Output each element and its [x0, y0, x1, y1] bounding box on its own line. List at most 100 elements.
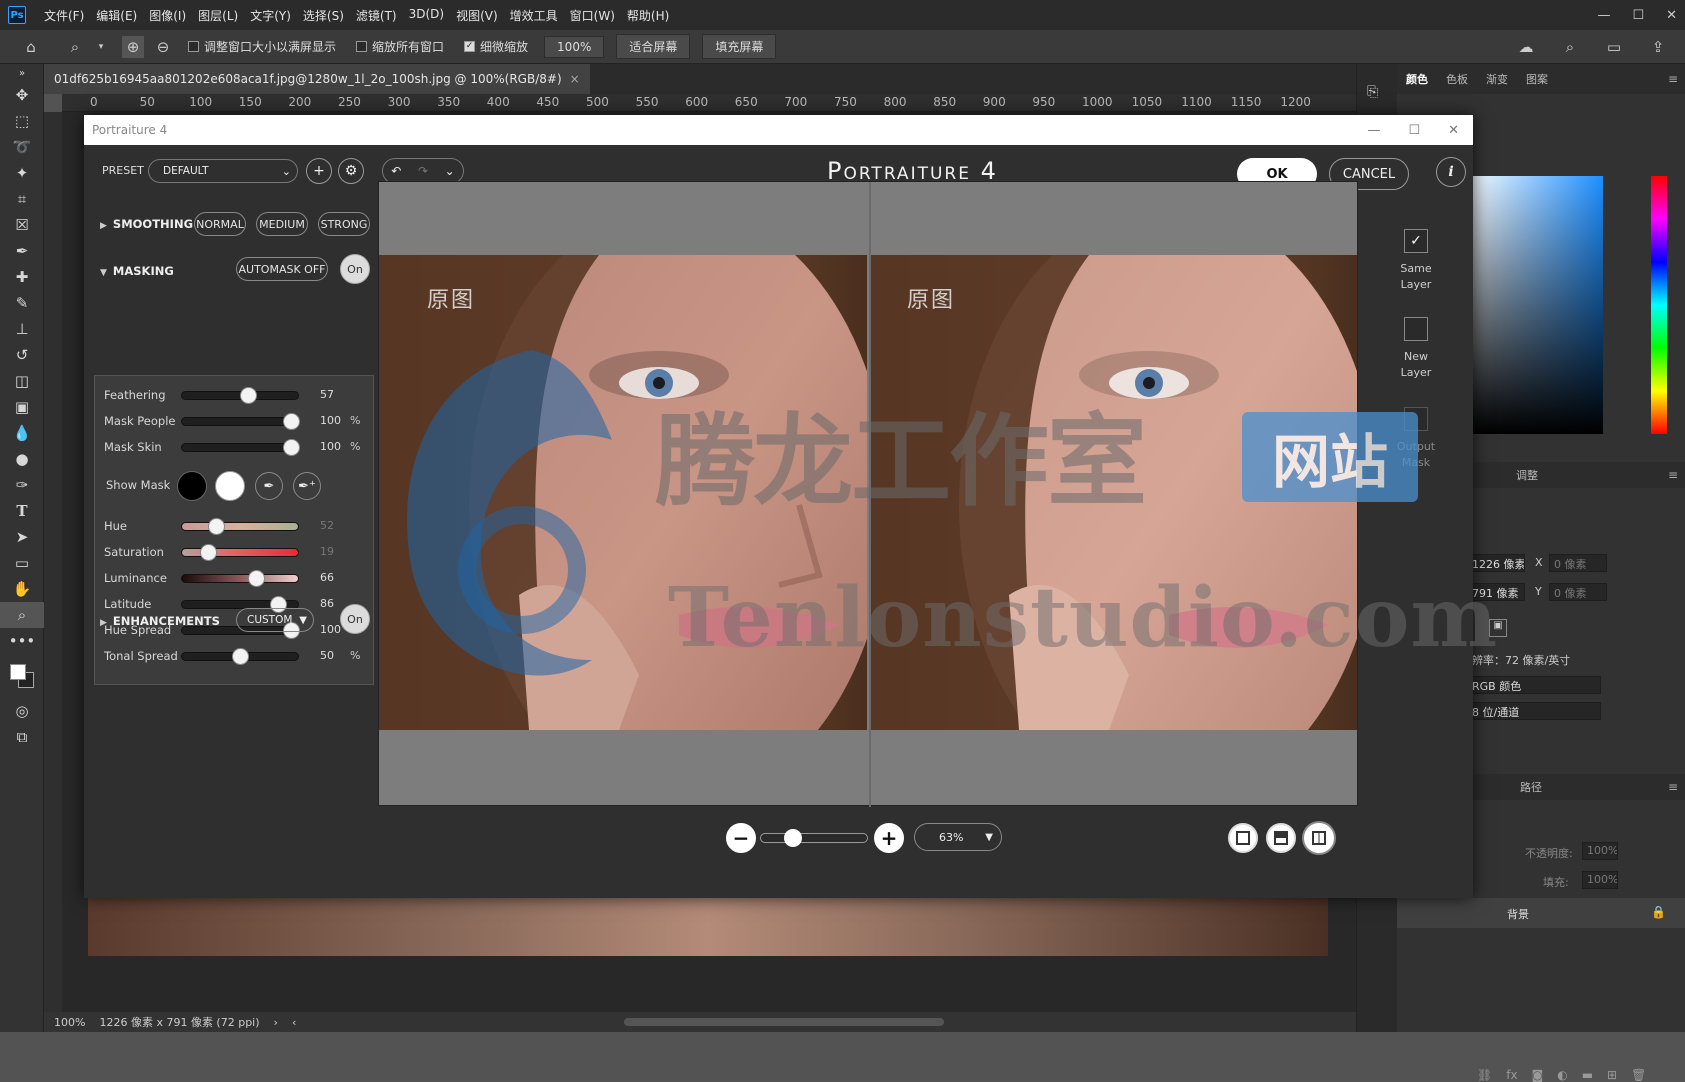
enhancements-dropdown[interactable]: CUSTOM ▼ [236, 608, 314, 632]
tab-swatches[interactable]: 色板 [1437, 71, 1477, 87]
opacity-field[interactable]: 100% [1582, 842, 1618, 860]
move-tool-icon[interactable]: ✥ [0, 82, 44, 108]
chevron-left-icon[interactable]: ‹ [292, 1016, 296, 1029]
slider-track[interactable] [181, 544, 299, 561]
trash-icon[interactable]: 🗑 [1631, 1068, 1646, 1082]
output-mask-option[interactable]: Output Mask [1360, 407, 1472, 471]
minimize-icon[interactable]: — [1367, 123, 1380, 138]
blur-tool-icon[interactable]: 💧 [0, 420, 44, 446]
hue-slider[interactable] [1651, 176, 1667, 434]
menu-item[interactable]: 帮助(H) [621, 7, 675, 24]
tab-adjustments[interactable]: 调整 [1507, 467, 1547, 483]
zoom-out-button[interactable]: − [726, 823, 756, 853]
menu-item[interactable]: 窗口(W) [564, 7, 621, 24]
slider-knob[interactable] [240, 387, 258, 404]
home-icon[interactable]: ⌂ [20, 36, 42, 58]
slider-track[interactable] [181, 413, 301, 430]
quick-mask-icon[interactable]: ◎ [0, 698, 44, 724]
fit-screen-button[interactable]: 适合屏幕 [616, 34, 691, 59]
status-zoom[interactable]: 100% [54, 1016, 85, 1029]
history-brush-icon[interactable]: ↺ [0, 342, 44, 368]
panel-menu-icon[interactable]: ≡ [1668, 780, 1678, 794]
slider-value[interactable]: 50 [320, 649, 334, 662]
preset-dropdown[interactable]: DEFAULT ⌄ [148, 159, 298, 183]
minimize-icon[interactable]: — [1597, 8, 1610, 23]
menu-item[interactable]: 图像(I) [143, 7, 192, 24]
gradient-tool-icon[interactable]: ▣ [0, 394, 44, 420]
brush-tool-icon[interactable]: ✎ [0, 290, 44, 316]
slider-knob[interactable] [232, 648, 249, 665]
maximize-icon[interactable]: ☐ [1408, 123, 1420, 138]
crop-tool-icon[interactable]: ⌗ [0, 186, 44, 212]
healing-brush-icon[interactable]: ✚ [0, 264, 44, 290]
zoom-tool-icon[interactable]: ⌕ [64, 36, 86, 58]
height-field[interactable]: 791 像素 [1467, 583, 1525, 601]
slider-value[interactable]: 66 [320, 571, 334, 584]
new-layer-icon[interactable]: ⊞ [1607, 1068, 1617, 1082]
close-icon[interactable]: ✕ [1666, 8, 1677, 23]
automask-button[interactable]: AUTOMASK OFF [236, 257, 328, 281]
document-tab[interactable]: 01df625b16945aa801202e608aca1f.jpg@1280w… [44, 64, 590, 94]
menu-item[interactable]: 视图(V) [450, 7, 504, 24]
smoothing-medium-button[interactable]: MEDIUM [256, 212, 308, 236]
slider-knob[interactable] [283, 413, 301, 430]
mode-select[interactable]: RGB 颜色 [1467, 676, 1601, 694]
zoom-in-button[interactable]: + [874, 823, 904, 853]
same-layer-option[interactable]: ✓ Same Layer [1360, 229, 1472, 293]
more-tools-icon[interactable]: ••• [0, 628, 44, 654]
info-button[interactable]: i [1436, 157, 1466, 187]
zoom-tool-icon[interactable]: ⌕ [0, 602, 44, 628]
y-field[interactable]: 0 像素 [1549, 583, 1607, 601]
slider-value[interactable]: 19 [320, 545, 334, 558]
add-preset-button[interactable]: + [306, 158, 332, 184]
menu-item[interactable]: 3D(D) [403, 7, 450, 24]
rectangle-tool-icon[interactable]: ▭ [0, 550, 44, 576]
zoom-dropdown[interactable]: 63% ▼ [914, 823, 1002, 851]
enhancements-section[interactable]: ▶ ENHANCEMENTS [100, 614, 220, 628]
frame-tool-icon[interactable]: ☒ [0, 212, 44, 238]
eraser-icon[interactable]: ◫ [0, 368, 44, 394]
stamp-tool-icon[interactable]: ⊥ [0, 316, 44, 342]
slider-knob[interactable] [199, 544, 217, 561]
new-layer-checkbox[interactable] [1404, 317, 1428, 341]
slider-knob[interactable] [248, 570, 266, 587]
adjustment-icon[interactable]: ◐ [1557, 1068, 1567, 1082]
zoom-value-field[interactable]: 100% [544, 35, 605, 58]
split-vertical-button[interactable] [1304, 823, 1334, 853]
mask-white-swatch[interactable] [215, 471, 245, 501]
magic-wand-icon[interactable]: ✦ [0, 160, 44, 186]
marquee-tool-icon[interactable]: ⬚ [0, 108, 44, 134]
single-view-button[interactable] [1228, 823, 1258, 853]
horizontal-scrollbar[interactable] [624, 1018, 944, 1026]
resize-windows-checkbox[interactable]: 调整窗口大小以满屏显示 [188, 38, 336, 55]
eyedropper-icon[interactable]: ✒ [255, 472, 283, 500]
slider-value[interactable]: 86 [320, 597, 334, 610]
smoothing-normal-button[interactable]: NORMAL [194, 212, 246, 236]
history-panel-icon[interactable]: ⎘ [1367, 84, 1387, 104]
share-icon[interactable]: ⇪ [1647, 36, 1669, 58]
layer-row[interactable]: 背景 🔒 [1397, 898, 1685, 928]
maximize-icon[interactable]: ☐ [1632, 8, 1644, 23]
chevron-down-icon[interactable]: ▾ [90, 36, 112, 58]
menu-item[interactable]: 文字(Y) [244, 7, 297, 24]
panel-menu-icon[interactable]: ≡ [1668, 72, 1678, 86]
output-mask-checkbox[interactable] [1404, 407, 1428, 431]
menu-item[interactable]: 图层(L) [192, 7, 244, 24]
tab-gradients[interactable]: 渐变 [1477, 71, 1517, 87]
eyedropper-plus-icon[interactable]: ✒⁺ [293, 472, 321, 500]
collapse-arrows-icon[interactable]: » [0, 64, 44, 82]
menu-item[interactable]: 文件(F) [38, 7, 90, 24]
history-dropdown-icon[interactable]: ⌄ [445, 164, 455, 178]
tab-color[interactable]: 颜色 [1397, 71, 1437, 87]
slider-track[interactable] [181, 648, 299, 665]
new-layer-option[interactable]: New Layer [1360, 317, 1472, 381]
zoom-slider[interactable] [760, 829, 868, 847]
tab-patterns[interactable]: 图案 [1517, 71, 1557, 87]
x-field[interactable]: 0 像素 [1549, 554, 1607, 572]
split-divider[interactable] [869, 182, 871, 807]
slider-value[interactable]: 57 [320, 388, 334, 401]
pen-tool-icon[interactable]: ✑ [0, 472, 44, 498]
tab-paths[interactable]: 路径 [1511, 779, 1551, 795]
preview-area[interactable]: 原图 原图 [378, 181, 1358, 807]
search-icon[interactable]: ⌕ [1559, 36, 1581, 58]
